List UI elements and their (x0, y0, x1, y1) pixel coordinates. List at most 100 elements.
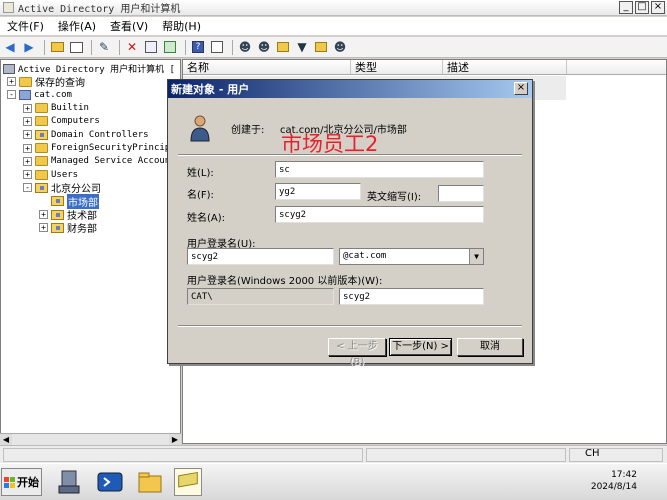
scroll-left-icon[interactable]: ◀ (0, 434, 12, 445)
taskbar: 开始 CH 17:42 2024/8/14 (0, 448, 667, 500)
column-name[interactable]: 名称 (183, 60, 351, 74)
export-icon[interactable] (162, 39, 178, 55)
tree-item[interactable]: + Managed Service Account (23, 155, 176, 168)
tree-item[interactable]: + 财务部 (39, 221, 97, 236)
help-icon[interactable]: ? (190, 39, 206, 55)
scroll-right-icon[interactable]: ▶ (169, 434, 181, 445)
tree-item-label: Builtin (51, 103, 89, 114)
chevron-down-icon[interactable]: ▼ (469, 249, 483, 264)
forward-arrow-icon[interactable]: ▶ (21, 39, 37, 55)
tree-root[interactable]: Active Directory 用户和计算机 [ (3, 62, 175, 75)
column-type[interactable]: 类型 (351, 60, 443, 74)
folder-icon (19, 76, 32, 87)
given-name-input[interactable] (275, 183, 361, 200)
powershell-icon[interactable] (96, 468, 124, 496)
help-topics-icon[interactable] (209, 39, 225, 55)
delete-icon[interactable]: ✕ (124, 39, 140, 55)
add-member-icon[interactable]: ☻ (332, 39, 348, 55)
aduc-taskbar-icon[interactable] (174, 468, 202, 496)
up-folder-icon[interactable] (49, 39, 65, 55)
find-icon[interactable] (313, 39, 329, 55)
new-ou-icon[interactable] (275, 39, 291, 55)
tree-item-label: Users (51, 169, 79, 180)
prewin-domain-field (187, 288, 334, 305)
tree-item[interactable]: - cat.com (7, 88, 72, 101)
ou-icon (51, 196, 64, 207)
new-group-icon[interactable]: ☻ (256, 39, 272, 55)
tree-item-label: cat.com (34, 89, 72, 100)
tree-item-label: ForeignSecurityPrincipa (51, 143, 176, 153)
domain-icon (19, 89, 31, 100)
tree-item[interactable]: + Users (23, 168, 78, 181)
full-name-input[interactable] (275, 206, 484, 223)
domain-suffix-value: @cat.com (343, 251, 387, 261)
initials-input[interactable] (438, 185, 484, 202)
tree-horizontal-scrollbar[interactable]: ◀ ▶ (0, 433, 181, 445)
expand-icon[interactable]: + (23, 156, 32, 166)
tree-item-label: 财务部 (67, 224, 97, 236)
expand-icon[interactable]: + (23, 170, 32, 180)
expand-icon[interactable]: + (7, 77, 16, 86)
expand-icon[interactable]: + (39, 223, 48, 233)
tree-item-label: Managed Service Account (51, 156, 176, 167)
logon-name-input[interactable] (187, 248, 334, 265)
tree-item[interactable]: 市场部 (39, 193, 99, 209)
show-tree-icon[interactable] (68, 39, 84, 55)
menu-help[interactable]: 帮助(H) (155, 18, 208, 34)
prewin-logon-input[interactable] (339, 288, 484, 305)
tree-item[interactable]: + Builtin (23, 102, 89, 115)
dialog-close-button[interactable]: × (514, 82, 528, 95)
menu-file[interactable]: 文件(F) (0, 18, 51, 34)
given-name-label: 名(F): (187, 190, 214, 201)
expand-icon[interactable]: + (23, 103, 32, 113)
cancel-button[interactable]: 取消 (457, 338, 523, 356)
menu-view[interactable]: 查看(V) (103, 18, 155, 34)
start-button[interactable]: 开始 (1, 468, 42, 496)
back-arrow-icon[interactable]: ◀ (2, 39, 18, 55)
minimize-button[interactable]: _ (619, 1, 633, 14)
windows-logo-icon (4, 476, 15, 488)
filter-icon[interactable]: ▼ (294, 39, 310, 55)
clock-date: 2024/8/14 (590, 482, 637, 492)
tree-item[interactable]: + ForeignSecurityPrincipa (23, 142, 176, 155)
tree-item[interactable]: - 北京分公司 (23, 181, 101, 195)
server-manager-icon[interactable] (56, 468, 84, 496)
expand-icon[interactable]: + (23, 130, 32, 140)
back-button[interactable]: < 上一步(B) (328, 338, 386, 368)
new-user-icon[interactable]: ☻ (237, 39, 253, 55)
tree-item[interactable]: + 技术部 (39, 208, 97, 222)
next-button[interactable]: 下一步(N) > (389, 338, 452, 356)
expand-icon[interactable]: + (23, 116, 32, 126)
tree-item[interactable]: + Computers (23, 115, 100, 128)
folder-icon (35, 143, 48, 153)
close-button[interactable]: × (651, 1, 665, 14)
ou-icon (35, 182, 48, 193)
edit-icon[interactable]: ✎ (96, 39, 112, 55)
domain-suffix-dropdown[interactable]: @cat.com ▼ (339, 248, 484, 265)
tree-item[interactable]: + 保存的查询 (7, 75, 85, 89)
initials-label: 英文缩写(I): (367, 192, 422, 203)
collapse-icon[interactable]: - (7, 90, 16, 100)
folder-icon (35, 156, 48, 167)
user-icon (190, 115, 210, 142)
menu-action[interactable]: 操作(A) (51, 18, 103, 34)
surname-label: 姓(L): (187, 168, 214, 179)
explorer-icon[interactable] (136, 468, 164, 496)
tree-item-label: 保存的查询 (35, 78, 85, 89)
status-bar (0, 445, 667, 463)
clock[interactable]: 17:42 2024/8/14 (591, 469, 637, 493)
maximize-button[interactable]: □ (635, 1, 649, 14)
console-tree[interactable]: Active Directory 用户和计算机 [ + 保存的查询 - cat.com… (0, 59, 181, 444)
properties-icon[interactable] (143, 39, 159, 55)
separator (178, 325, 522, 327)
language-indicator[interactable]: CH (585, 448, 600, 459)
expand-icon[interactable]: + (39, 210, 48, 219)
expand-icon[interactable]: + (23, 143, 32, 153)
collapse-icon[interactable]: - (23, 183, 32, 193)
column-description[interactable]: 描述 (443, 60, 567, 74)
surname-input[interactable] (275, 161, 484, 178)
tree-item[interactable]: + Domain Controllers (23, 128, 149, 141)
ou-icon (51, 209, 64, 220)
folder-icon (35, 116, 48, 127)
toolbar: ◀ ▶ ✎ ✕ ? ☻ ☻ ▼ ☻ (0, 37, 667, 58)
